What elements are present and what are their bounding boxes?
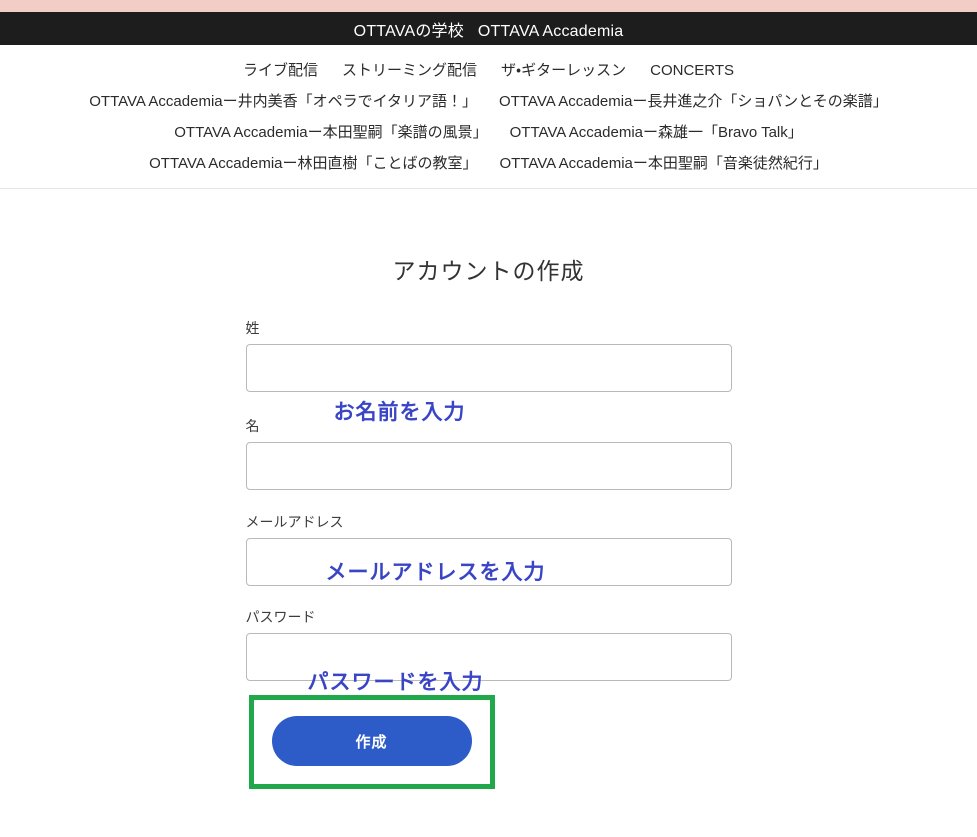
top-accent-bar: [0, 0, 977, 12]
nav-item-hayashida-kotoba-kyoshitsu[interactable]: OTTAVA Accademiaー林田直樹「ことばの教室」: [149, 148, 477, 179]
nav-item-guitar-lesson[interactable]: ザ・ギターレッスン: [501, 55, 626, 86]
nav-item-honda-gakufu-fukei[interactable]: OTTAVA Accademiaー本田聖嗣「楽譜の風景」: [174, 117, 487, 148]
create-account-form: 姓 名 メールアドレス パスワード お名前を入力 メールアドレスを入力 パスワー…: [246, 318, 732, 681]
nav-row-2: OTTAVA Accademiaー井内美香「オペラでイタリア語！」 OTTAVA…: [0, 86, 977, 117]
nav-row-3: OTTAVA Accademiaー本田聖嗣「楽譜の風景」 OTTAVA Acca…: [0, 117, 977, 148]
field-label-last-name: 姓: [246, 318, 732, 338]
field-label-password: パスワード: [246, 607, 732, 627]
site-brand-title: OTTAVAの学校 OTTAVA Accademia: [354, 17, 624, 41]
nav-row-4: OTTAVA Accademiaー林田直樹「ことばの教室」 OTTAVA Acc…: [0, 148, 977, 179]
field-last-name: 姓: [246, 318, 732, 392]
field-email: メールアドレス: [246, 512, 732, 586]
nav-item-streaming-haishin[interactable]: ストリーミング配信: [342, 55, 477, 86]
create-account-button[interactable]: 作成: [272, 716, 472, 766]
email-input[interactable]: [246, 538, 732, 586]
field-first-name: 名: [246, 416, 732, 490]
password-input[interactable]: [246, 633, 732, 681]
site-header: OTTAVAの学校 OTTAVA Accademia: [0, 12, 977, 45]
nav-row-1: ライブ配信 ストリーミング配信 ザ・ギターレッスン CONCERTS: [0, 55, 977, 86]
field-label-first-name: 名: [246, 416, 732, 436]
nav-item-concerts[interactable]: CONCERTS: [650, 55, 734, 86]
nav-item-nagai-chopin-gakufu[interactable]: OTTAVA Accademiaー長井進之介「ショパンとその楽譜」: [499, 86, 888, 117]
first-name-input[interactable]: [246, 442, 732, 490]
field-password: パスワード: [246, 607, 732, 681]
nav-item-live-haishin[interactable]: ライブ配信: [243, 55, 318, 86]
nav-item-iuchi-opera-italian[interactable]: OTTAVA Accademiaー井内美香「オペラでイタリア語！」: [89, 86, 477, 117]
last-name-input[interactable]: [246, 344, 732, 392]
main-navigation: ライブ配信 ストリーミング配信 ザ・ギターレッスン CONCERTS OTTAV…: [0, 45, 977, 199]
nav-divider: [0, 188, 977, 189]
submit-area: 作成: [246, 695, 732, 793]
field-label-email: メールアドレス: [246, 512, 732, 532]
page-title: アカウントの作成: [0, 199, 977, 286]
nav-item-mori-bravo-talk[interactable]: OTTAVA Accademiaー森雄一「Bravo Talk」: [510, 117, 803, 148]
nav-item-honda-ongaku-tsurezure[interactable]: OTTAVA Accademiaー本田聖嗣「音楽徒然紀行」: [500, 148, 828, 179]
main-content: アカウントの作成 姓 名 メールアドレス パスワード お名前を入力 メールアドレ…: [0, 199, 977, 793]
